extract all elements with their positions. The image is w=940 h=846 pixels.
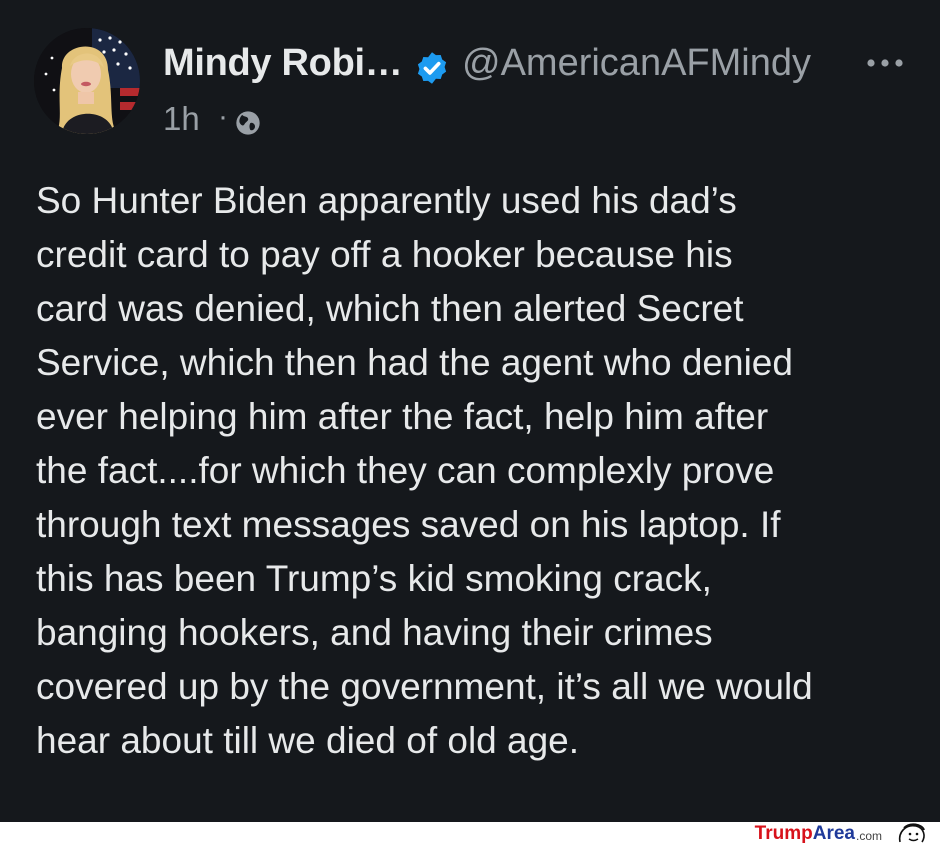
tweet-text-line: banging hookers, and having their crimes <box>36 612 713 653</box>
author-name[interactable]: Mindy Robi… <box>163 42 403 85</box>
globe-icon <box>236 111 260 135</box>
watermark-trump: Trump <box>754 823 813 844</box>
verified-badge-icon <box>417 52 447 84</box>
author-handle[interactable]: @AmericanAFMindy <box>462 42 811 85</box>
meta-separator: · <box>218 100 228 133</box>
tweet-text-line: covered up by the government, it’s all w… <box>36 666 813 707</box>
author-avatar[interactable] <box>34 28 140 134</box>
tweet-text-line: card was denied, which then alerted Secr… <box>36 288 744 329</box>
tweet-text-line: this has been Trump’s kid smoking crack, <box>36 558 712 599</box>
caricature-face-icon <box>898 823 925 843</box>
watermark-area: Area <box>812 823 855 844</box>
tweet-text-line: the fact....for which they can complexly… <box>36 450 775 491</box>
site-watermark: Trump Area .com <box>755 822 930 846</box>
watermark-com: .com <box>855 829 882 843</box>
tweet-text-line: Service, which then had the agent who de… <box>36 342 793 383</box>
more-options-icon[interactable] <box>862 48 908 78</box>
post-timestamp[interactable]: 1h <box>163 100 200 138</box>
tweet-text-line: ever helping him after the fact, help hi… <box>36 396 769 437</box>
tweet-text-line: hear about till we died of old age. <box>36 720 580 761</box>
tweet-text-line: through text messages saved on his lapto… <box>36 504 781 545</box>
tweet-text: So Hunter Biden apparently used his dad’… <box>36 174 916 768</box>
avatar-image <box>34 28 140 134</box>
tweet-text-line: credit card to pay off a hooker because … <box>36 234 733 275</box>
tweet-card: Mindy Robi… @AmericanAFMindy 1h · So Hun… <box>0 0 940 822</box>
tweet-text-line: So Hunter Biden apparently used his dad’… <box>36 180 737 221</box>
